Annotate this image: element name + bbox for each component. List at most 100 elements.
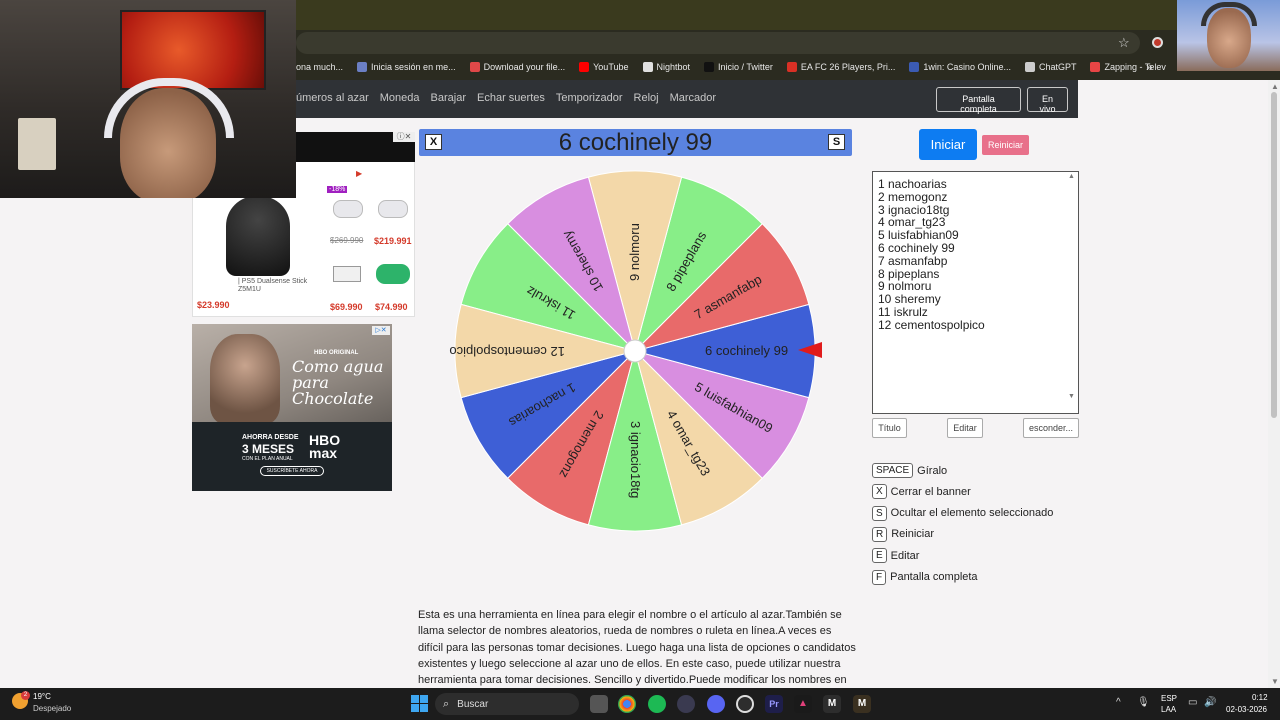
product-card[interactable]: -18% $269.990 bbox=[327, 186, 369, 246]
start-menu-icon[interactable] bbox=[411, 695, 428, 712]
textarea-scroll-down-icon[interactable]: ▼ bbox=[1068, 393, 1075, 400]
offer-line3: CON EL PLAN ANUAL bbox=[242, 456, 293, 462]
tray-chevron-icon[interactable]: ^ bbox=[1116, 697, 1121, 708]
name-wheel[interactable]: 1 nachoarias2 memogonz 3 ignacio18tg 4 oma… bbox=[440, 158, 840, 548]
weather-desc[interactable]: Despejado bbox=[33, 704, 71, 713]
name-line: 11 iskrulz bbox=[878, 304, 928, 319]
bookmark-item[interactable]: ona much... bbox=[296, 62, 343, 72]
start-button[interactable]: Iniciar bbox=[919, 129, 977, 160]
weather-temp[interactable]: 19°C bbox=[33, 692, 51, 701]
bookmark-label: ChatGPT bbox=[1038, 62, 1077, 72]
taskbar bbox=[0, 688, 1280, 720]
bookmark-label: Nightbot bbox=[656, 62, 691, 72]
bookmarks-overflow-icon[interactable]: » bbox=[1146, 60, 1153, 74]
nav-link[interactable]: Moneda bbox=[380, 92, 420, 104]
keyboard-layout-label[interactable]: LAA bbox=[1161, 705, 1176, 714]
bookmark-label: Inicia sesión en me... bbox=[371, 62, 456, 72]
shortcut-row: F Pantalla completa bbox=[872, 569, 978, 585]
title-button[interactable]: Título bbox=[872, 418, 907, 438]
spotify-icon[interactable] bbox=[648, 695, 666, 713]
wheel-segment-label: 6 cochinely 99 bbox=[705, 343, 788, 358]
subscribe-button[interactable]: SUSCRÍBETE AHORA bbox=[260, 466, 324, 476]
chrome-icon[interactable] bbox=[618, 695, 636, 713]
live-button[interactable]: En vivo bbox=[1027, 87, 1068, 114]
bookmark-item[interactable]: Zapping - Televisión... bbox=[1090, 62, 1166, 72]
guest-headset-image bbox=[1201, 2, 1257, 26]
product-price: $219.991 bbox=[374, 236, 412, 246]
ad-close-icon[interactable]: ⓘ✕ bbox=[393, 132, 415, 142]
microphone-icon[interactable]: 🎙 bbox=[1137, 697, 1150, 708]
fullscreen-button[interactable]: Pantalla completa bbox=[936, 87, 1021, 114]
edit-button[interactable]: Editar bbox=[947, 418, 983, 438]
obs-icon[interactable] bbox=[736, 695, 754, 713]
wheel-center bbox=[623, 339, 647, 363]
profile-icon[interactable] bbox=[1152, 37, 1163, 48]
bookmark-label: Zapping - Televisión... bbox=[1104, 62, 1166, 72]
bookmark-item[interactable]: Inicia sesión en me... bbox=[357, 62, 456, 72]
address-bar[interactable] bbox=[296, 32, 1140, 54]
bookmark-item[interactable]: ChatGPT bbox=[1024, 62, 1077, 72]
bookmark-item[interactable]: 1win: Casino Online... bbox=[909, 62, 1011, 72]
clock-date[interactable]: 02-03-2026 bbox=[1226, 705, 1267, 714]
hbo-ad-offer[interactable]: AHORRA DESDE 3 MESES CON EL PLAN ANUAL H… bbox=[192, 422, 392, 491]
app-icon[interactable] bbox=[677, 695, 695, 713]
clock-time[interactable]: 0:12 bbox=[1252, 693, 1268, 702]
nav-link[interactable]: úmeros al azar bbox=[296, 92, 369, 104]
close-banner-button[interactable]: X bbox=[425, 134, 442, 150]
reset-button[interactable]: Reiniciar bbox=[982, 135, 1029, 155]
bookmark-item[interactable]: YouTube bbox=[579, 62, 629, 72]
shortcut-row: X Cerrar el banner bbox=[872, 484, 971, 500]
hbo-max-logo: HBO max bbox=[309, 432, 341, 461]
shortcut-label: Gíralo bbox=[917, 464, 948, 477]
bookmark-item[interactable]: Inicio / Twitter bbox=[704, 62, 773, 72]
hide-button[interactable]: esconder... bbox=[1023, 418, 1079, 438]
controller-image bbox=[333, 200, 363, 218]
shortcut-row: E Editar bbox=[872, 548, 919, 564]
textarea-scroll-up-icon[interactable]: ▲ bbox=[1068, 173, 1075, 180]
bookmark-favicon-icon bbox=[786, 62, 797, 72]
discord-icon[interactable] bbox=[707, 695, 725, 713]
product-card[interactable]: $219.991 bbox=[372, 186, 414, 246]
product-card[interactable]: $69.990 bbox=[327, 252, 369, 314]
bookmark-label: EA FC 26 Players, Pri... bbox=[800, 62, 896, 72]
shortcut-label: Cerrar el banner bbox=[890, 485, 971, 498]
shortcut-key: S bbox=[872, 505, 887, 521]
search-label: Buscar bbox=[457, 698, 489, 710]
affinity-icon[interactable]: ▲ bbox=[794, 695, 812, 713]
nav-link[interactable]: Temporizador bbox=[556, 92, 623, 104]
app-m-icon[interactable]: M bbox=[823, 695, 841, 713]
scrollbar-thumb[interactable] bbox=[1271, 92, 1277, 418]
bookmark-item[interactable]: Nightbot bbox=[642, 62, 691, 72]
bookmark-favicon-icon bbox=[357, 62, 368, 72]
product-card[interactable]: | PS5 Dualsense Stick Z5M1U $23.990 bbox=[194, 186, 323, 314]
shortcut-row: SPACE Gíralo bbox=[872, 463, 947, 478]
ad-choices-icon[interactable]: ▷✕ bbox=[372, 326, 390, 335]
taskbar-search[interactable]: ⌕ Buscar bbox=[435, 693, 579, 715]
product-card[interactable]: $74.990 bbox=[372, 252, 414, 314]
bookmark-item[interactable]: EA FC 26 Players, Pri... bbox=[786, 62, 896, 72]
language-label[interactable]: ESP bbox=[1161, 694, 1177, 703]
premiere-icon[interactable]: Pr bbox=[765, 695, 783, 713]
wheel-segment-label: 3 ignacio18tg bbox=[628, 421, 643, 498]
nav-link[interactable]: Barajar bbox=[431, 92, 466, 104]
name-line: 12 cementospolpico bbox=[878, 317, 985, 332]
bookmark-label: 1win: Casino Online... bbox=[923, 62, 1011, 72]
scroll-down-icon[interactable]: ▼ bbox=[1271, 677, 1279, 686]
network-icon[interactable]: ▭ bbox=[1188, 697, 1197, 708]
nav-link[interactable]: Echar suertes bbox=[477, 92, 545, 104]
volume-icon[interactable]: 🔊 bbox=[1204, 697, 1216, 708]
task-view-icon[interactable] bbox=[590, 695, 608, 713]
bookmark-favicon-icon bbox=[642, 62, 653, 72]
hide-selected-button[interactable]: S bbox=[828, 134, 845, 150]
product-name: | PS5 Dualsense Stick Z5M1U bbox=[238, 278, 308, 293]
nav-link[interactable]: Marcador bbox=[670, 92, 716, 104]
bookmark-star-icon[interactable]: ☆ bbox=[1118, 35, 1130, 51]
selected-name-title: 6 cochinely 99 bbox=[558, 129, 713, 156]
bookmark-favicon-icon bbox=[469, 62, 480, 72]
bookmark-label: Download your file... bbox=[483, 62, 566, 72]
bookmark-item[interactable]: Download your file... bbox=[469, 62, 566, 72]
nav-link[interactable]: Reloj bbox=[634, 92, 659, 104]
scroll-up-icon[interactable]: ▲ bbox=[1271, 82, 1279, 91]
names-textarea[interactable]: 1 nachoarias 2 memogonz 3 ignacio18tg 4 oma… bbox=[872, 171, 1079, 414]
app-m2-icon[interactable]: M bbox=[853, 695, 871, 713]
